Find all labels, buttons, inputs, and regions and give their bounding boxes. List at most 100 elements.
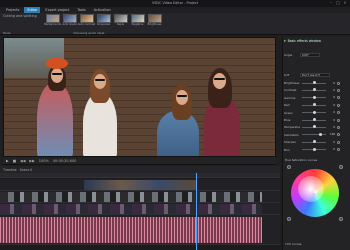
param-value[interactable]: 100 bbox=[328, 133, 335, 136]
param-slider[interactable] bbox=[302, 81, 326, 84]
prev-frame-icon[interactable]: ◀◀ bbox=[20, 159, 25, 163]
effect-negative[interactable]: Negative bbox=[130, 14, 145, 29]
effect-brightness[interactable]: Brightness bbox=[147, 14, 162, 29]
wheel-control-bottom-left[interactable] bbox=[287, 217, 291, 221]
reset-icon[interactable] bbox=[337, 118, 340, 122]
reset-icon[interactable] bbox=[337, 81, 340, 85]
param-slider[interactable] bbox=[302, 88, 326, 92]
person-3-face bbox=[176, 90, 188, 105]
effect-auto-contrast[interactable]: Auto contrast bbox=[78, 14, 95, 29]
reset-icon[interactable] bbox=[337, 140, 340, 144]
effect-grayscale[interactable]: Grayscale bbox=[96, 14, 111, 29]
timeline-tab[interactable]: Timeline bbox=[3, 168, 17, 172]
person-4-face bbox=[213, 73, 226, 89]
maximize-icon[interactable]: □ bbox=[336, 1, 340, 5]
param-slider[interactable] bbox=[302, 118, 326, 121]
slider-knob[interactable] bbox=[313, 118, 316, 121]
param-value[interactable]: 0 bbox=[328, 119, 335, 122]
reset-icon[interactable] bbox=[337, 103, 340, 107]
timeline-clip-video[interactable] bbox=[0, 204, 262, 214]
param-value[interactable]: 0 bbox=[328, 89, 335, 92]
close-icon[interactable]: × bbox=[343, 1, 347, 5]
wheel-control-bottom-right[interactable] bbox=[339, 217, 343, 221]
param-slider[interactable] bbox=[302, 140, 326, 144]
effect-thumbnail bbox=[79, 14, 94, 23]
slider-knob[interactable] bbox=[313, 125, 316, 129]
param-label: Blur bbox=[284, 147, 290, 152]
reset-icon[interactable] bbox=[337, 88, 340, 92]
param-slider[interactable] bbox=[302, 147, 326, 151]
param-slider[interactable] bbox=[302, 95, 326, 99]
slider-knob[interactable] bbox=[313, 95, 316, 99]
slider-knob[interactable] bbox=[319, 132, 322, 136]
wheel-control-top-right[interactable] bbox=[339, 165, 343, 169]
effect-thumbnail bbox=[130, 14, 145, 23]
lut-row: LUT Don't use LUT bbox=[284, 72, 348, 78]
param-row-gamma: Gamma 0 bbox=[284, 95, 348, 101]
param-slider[interactable] bbox=[302, 125, 326, 129]
slider-knob[interactable] bbox=[313, 103, 316, 107]
param-slider[interactable] bbox=[302, 132, 326, 136]
effect-auto-levels[interactable]: Auto levels bbox=[62, 14, 77, 29]
param-row-blue: Blue 0 bbox=[284, 117, 348, 123]
slider-knob[interactable] bbox=[313, 140, 316, 144]
slider-knob[interactable] bbox=[313, 110, 316, 114]
param-row-contrast: Contrast 0 bbox=[284, 87, 348, 93]
param-slider[interactable] bbox=[302, 110, 326, 114]
param-value[interactable]: 0 bbox=[328, 148, 335, 151]
effect-backgrounds[interactable]: Backgrounds bbox=[44, 14, 61, 29]
effect-sepia[interactable]: Sepia bbox=[113, 14, 128, 29]
timeline-clip-video[interactable] bbox=[0, 192, 262, 202]
timeline-ruler[interactable] bbox=[0, 173, 280, 178]
param-label: Gamma bbox=[284, 95, 296, 100]
panel-title: Basic effects window bbox=[287, 38, 321, 43]
zoom-level[interactable]: 100% bbox=[39, 159, 49, 163]
person-1 bbox=[37, 83, 73, 156]
next-frame-icon[interactable]: ▶▶ bbox=[29, 159, 34, 163]
color-wheel-center bbox=[298, 176, 324, 202]
stop-icon[interactable]: ■ bbox=[13, 159, 16, 163]
param-value[interactable]: 0 bbox=[328, 96, 335, 99]
slider-knob[interactable] bbox=[313, 81, 316, 84]
play-icon[interactable]: ▶ bbox=[6, 159, 9, 163]
param-value[interactable]: 0 bbox=[328, 141, 335, 144]
effect-thumbnail bbox=[62, 14, 77, 23]
param-label: Contrast bbox=[284, 88, 297, 93]
reset-icon[interactable] bbox=[337, 125, 340, 129]
tools-label: Tools bbox=[3, 30, 11, 35]
person-2-sunglasses bbox=[95, 79, 105, 81]
reset-icon[interactable] bbox=[337, 133, 340, 137]
angle-field[interactable]: 0.00° bbox=[300, 53, 320, 57]
hsl-curves-section[interactable]: Hue Saturation curves bbox=[285, 158, 317, 162]
param-row-sharpen: Sharpen 0 bbox=[284, 139, 348, 145]
timeline-clip-video[interactable] bbox=[84, 180, 196, 190]
reset-icon[interactable] bbox=[337, 111, 340, 115]
param-value[interactable]: 0 bbox=[328, 104, 335, 107]
lut-dropdown[interactable]: Don't use LUT bbox=[300, 73, 330, 77]
param-row-green: Green 0 bbox=[284, 110, 348, 116]
person-1-hat bbox=[46, 58, 68, 69]
slider-knob[interactable] bbox=[313, 88, 316, 92]
color-wheel-marker[interactable] bbox=[314, 190, 317, 193]
timeline-playhead[interactable] bbox=[196, 173, 197, 250]
reset-icon[interactable] bbox=[337, 148, 340, 152]
wheel-control-top-left[interactable] bbox=[287, 165, 291, 169]
timeline-clip-audio[interactable] bbox=[0, 217, 262, 243]
param-value[interactable]: 0 bbox=[328, 126, 335, 129]
person-3-sunglasses bbox=[177, 95, 187, 97]
window-controls: – □ × bbox=[329, 1, 347, 5]
slider-knob[interactable] bbox=[313, 147, 316, 151]
param-slider[interactable] bbox=[302, 103, 326, 107]
color-wheel-widget[interactable] bbox=[287, 165, 343, 225]
param-row-brightness: Brightness 0 bbox=[284, 80, 348, 86]
minimize-icon[interactable]: – bbox=[329, 1, 333, 5]
param-value[interactable]: 0 bbox=[328, 111, 335, 114]
yuv-curves-section[interactable]: YUV curves bbox=[285, 242, 301, 246]
lut-label: LUT bbox=[284, 73, 290, 77]
param-value[interactable]: 0 bbox=[328, 82, 335, 85]
param-label: Red bbox=[284, 103, 290, 108]
collapse-icon[interactable]: ▾ bbox=[284, 39, 286, 43]
param-label: Temperature bbox=[284, 125, 300, 130]
preview-viewer[interactable] bbox=[3, 37, 276, 157]
reset-icon[interactable] bbox=[337, 96, 340, 100]
